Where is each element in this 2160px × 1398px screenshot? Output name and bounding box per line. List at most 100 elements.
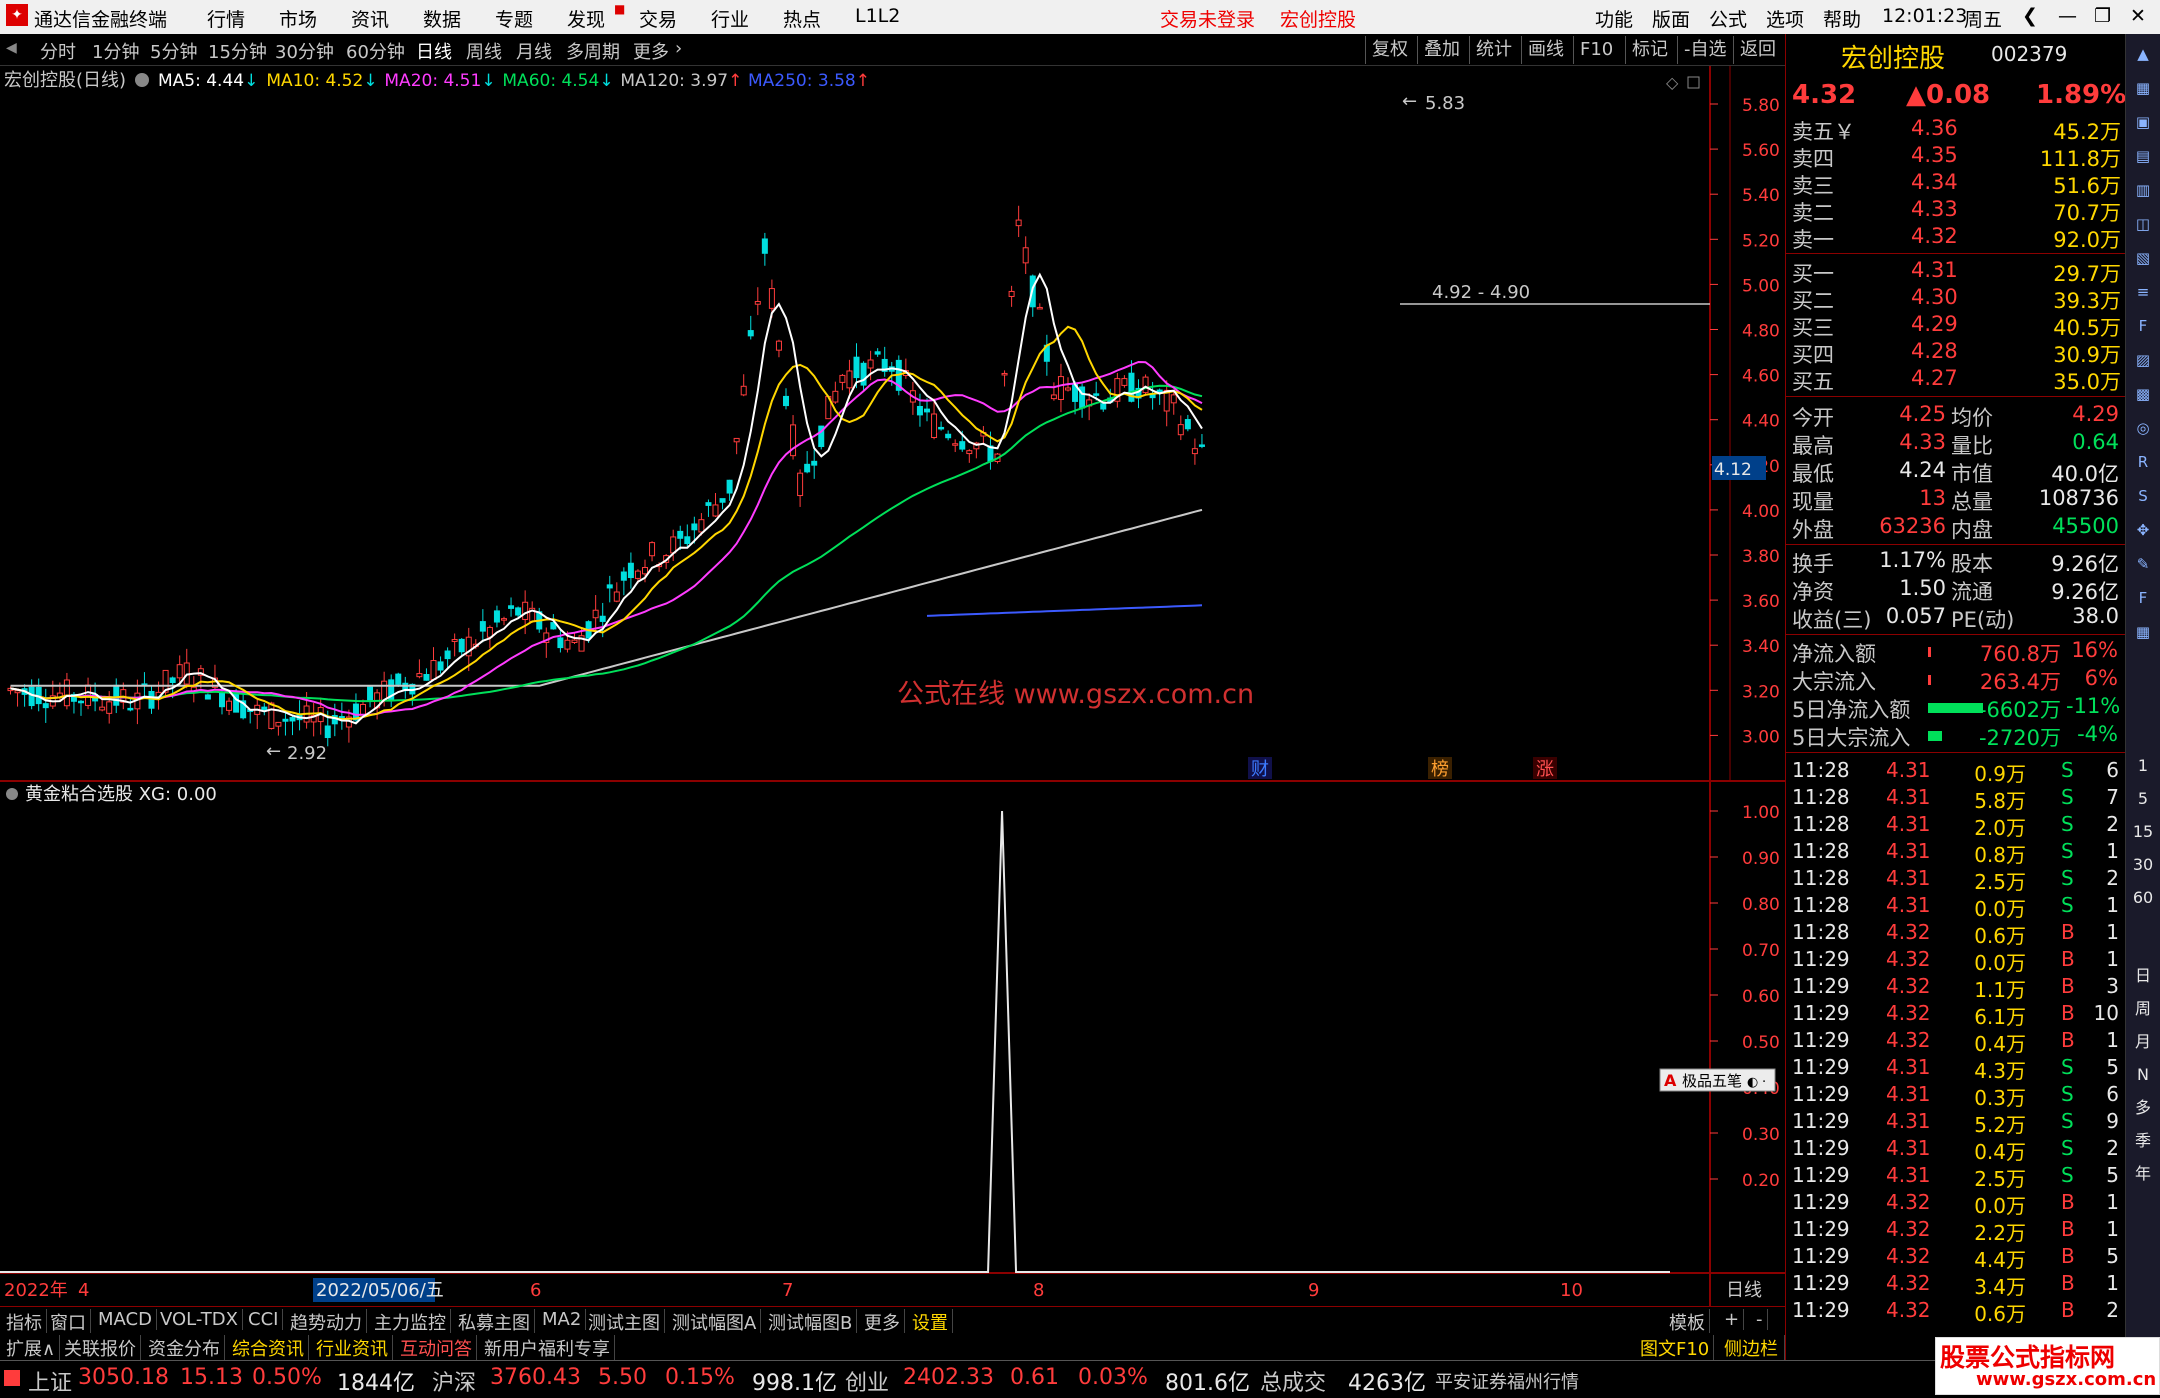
period-shortcut[interactable]: 月 — [2131, 1030, 2155, 1054]
side-tool-icon[interactable]: ▥ — [2131, 178, 2155, 202]
side-tool-icon[interactable]: ▩ — [2131, 382, 2155, 406]
menu-item-formula[interactable]: 公式 — [1709, 5, 1747, 32]
tab-remove[interactable]: - — [1752, 1309, 1768, 1330]
period-more[interactable]: 更多 — [633, 38, 669, 64]
ask-price[interactable]: 4.32 — [1911, 224, 1958, 251]
period-monthly[interactable]: 月线 — [516, 38, 552, 64]
side-tool-icon[interactable]: ◎ — [2131, 416, 2155, 440]
chevron-right-icon[interactable]: › — [675, 38, 682, 59]
tab-qa[interactable]: 互动问答 — [396, 1335, 477, 1361]
menu-item-options[interactable]: 选项 — [1766, 5, 1804, 32]
tab-vol[interactable]: VOL-TDX — [156, 1309, 243, 1330]
side-tool-icon[interactable]: ▨ — [2131, 348, 2155, 372]
period-shortcut[interactable]: 周 — [2131, 997, 2155, 1021]
period-daily[interactable]: 日线 — [416, 38, 452, 64]
side-tool-icon[interactable]: ◫ — [2131, 212, 2155, 236]
indicator-dot-icon[interactable] — [6, 788, 18, 800]
side-tool-icon[interactable]: F — [2131, 314, 2155, 338]
tool-overlay[interactable]: 叠加 — [1417, 36, 1466, 64]
period-1min[interactable]: 1分钟 — [92, 38, 139, 64]
period-shortcut[interactable]: 60 — [2131, 886, 2155, 910]
period-shortcut[interactable]: 30 — [2131, 853, 2155, 877]
period-60min[interactable]: 60分钟 — [346, 38, 405, 64]
ask-price[interactable]: 4.36 — [1911, 116, 1958, 143]
period-shortcut[interactable]: 1 — [2131, 754, 2155, 778]
bid-price[interactable]: 4.30 — [1911, 285, 1958, 312]
period-30min[interactable]: 30分钟 — [275, 38, 334, 64]
close-icon[interactable]: ✕ — [2130, 5, 2146, 27]
diamond-icon[interactable]: ◇ — [1666, 73, 1679, 92]
tab-more[interactable]: 更多 — [860, 1309, 905, 1335]
tool-adjust[interactable]: 复权 — [1365, 36, 1414, 64]
menu-item-topic[interactable]: 专题 — [495, 5, 533, 32]
tab-test-main[interactable]: 测试主图 — [584, 1309, 665, 1335]
tab-test-a[interactable]: 测试幅图A — [668, 1309, 762, 1335]
side-tool-icon[interactable]: ▲ — [2131, 42, 2155, 66]
tab-main-monitor[interactable]: 主力监控 — [370, 1309, 451, 1335]
menu-item-layout[interactable]: 版面 — [1652, 5, 1690, 32]
menu-item-news[interactable]: 资讯 — [351, 5, 389, 32]
side-tool-icon[interactable]: ▦ — [2131, 76, 2155, 100]
tab-industry-news[interactable]: 行业资讯 — [312, 1335, 393, 1361]
menu-item-trade[interactable]: 交易 — [639, 5, 677, 32]
tab-settings[interactable]: 设置 — [908, 1309, 953, 1335]
tab-fund-dist[interactable]: 资金分布 — [144, 1335, 225, 1361]
restore-icon[interactable]: ❐ — [2094, 5, 2111, 27]
back-arrow-icon[interactable]: ❮ — [2022, 5, 2038, 27]
tool-back[interactable]: 返回 — [1733, 36, 1782, 64]
menu-item-data[interactable]: 数据 — [423, 5, 461, 32]
collapse-icon[interactable]: ◀ — [6, 40, 17, 56]
side-tool-icon[interactable]: R — [2131, 450, 2155, 474]
menu-item-hq[interactable]: 行情 — [207, 5, 245, 32]
period-shortcut[interactable]: 15 — [2131, 820, 2155, 844]
menu-item-l1l2[interactable]: L1L2 — [855, 5, 900, 27]
tool-mark[interactable]: 标记 — [1625, 36, 1674, 64]
side-tool-icon[interactable]: ▤ — [2131, 144, 2155, 168]
period-5min[interactable]: 5分钟 — [150, 38, 197, 64]
side-tool-icon[interactable]: F — [2131, 586, 2155, 610]
tab-macd[interactable]: MACD — [94, 1309, 157, 1330]
ask-price[interactable]: 4.35 — [1911, 143, 1958, 170]
tool-fav[interactable]: -自选 — [1677, 36, 1733, 64]
tool-draw[interactable]: 画线 — [1521, 36, 1570, 64]
menu-item-market[interactable]: 市场 — [279, 5, 317, 32]
tab-trend[interactable]: 趋势动力 — [286, 1309, 367, 1335]
status-item[interactable]: 平安证券福州行情 — [1435, 1368, 1579, 1394]
menu-item-help[interactable]: 帮助 — [1823, 5, 1861, 32]
period-tick[interactable]: 分时 — [40, 38, 76, 64]
chart-area[interactable]: 宏创控股(日线) MA5: 4.44↓ MA10: 4.52↓ MA20: 4.51… — [0, 66, 1785, 1306]
tab-private[interactable]: 私募主图 — [454, 1309, 535, 1335]
side-tool-icon[interactable]: S — [2131, 484, 2155, 508]
side-tool-icon[interactable]: ▣ — [2131, 110, 2155, 134]
side-tool-icon[interactable]: ✎ — [2131, 552, 2155, 576]
tab-f10-graphic[interactable]: 图文F10 — [1636, 1335, 1715, 1361]
tab-expand[interactable]: 扩展∧ — [2, 1335, 61, 1361]
period-shortcut[interactable]: 季 — [2131, 1129, 2155, 1153]
minimize-icon[interactable]: — — [2058, 5, 2077, 27]
tab-general-news[interactable]: 综合资讯 — [228, 1335, 309, 1361]
period-weekly[interactable]: 周线 — [466, 38, 502, 64]
menu-item-industry[interactable]: 行业 — [711, 5, 749, 32]
tool-stats[interactable]: 统计 — [1469, 36, 1518, 64]
side-tool-icon[interactable]: ≡ — [2131, 280, 2155, 304]
tab-template[interactable]: 模板 — [1665, 1309, 1710, 1335]
bid-price[interactable]: 4.27 — [1911, 366, 1958, 393]
tab-related-quote[interactable]: 关联报价 — [60, 1335, 141, 1361]
ask-price[interactable]: 4.33 — [1911, 197, 1958, 224]
side-tool-icon[interactable]: ▦ — [2131, 620, 2155, 644]
tab-ma2[interactable]: MA2 — [538, 1309, 587, 1330]
bid-price[interactable]: 4.31 — [1911, 258, 1958, 285]
menu-item-function[interactable]: 功能 — [1595, 5, 1633, 32]
period-shortcut[interactable]: 年 — [2131, 1162, 2155, 1186]
menu-item-hot[interactable]: 热点 — [783, 5, 821, 32]
tab-new-user[interactable]: 新用户福利专享 — [480, 1335, 615, 1361]
period-multi[interactable]: 多周期 — [566, 38, 620, 64]
period-shortcut[interactable]: 多 — [2131, 1096, 2155, 1120]
tab-test-b[interactable]: 测试幅图B — [764, 1309, 858, 1335]
period-shortcut[interactable]: 日 — [2131, 964, 2155, 988]
side-tool-icon[interactable]: ✥ — [2131, 518, 2155, 542]
bid-price[interactable]: 4.28 — [1911, 339, 1958, 366]
ask-price[interactable]: 4.34 — [1911, 170, 1958, 197]
login-status[interactable]: 交易未登录 — [1160, 5, 1255, 32]
ime-bar[interactable]: A 极品五笔 ◐ · — [1659, 1068, 1776, 1092]
